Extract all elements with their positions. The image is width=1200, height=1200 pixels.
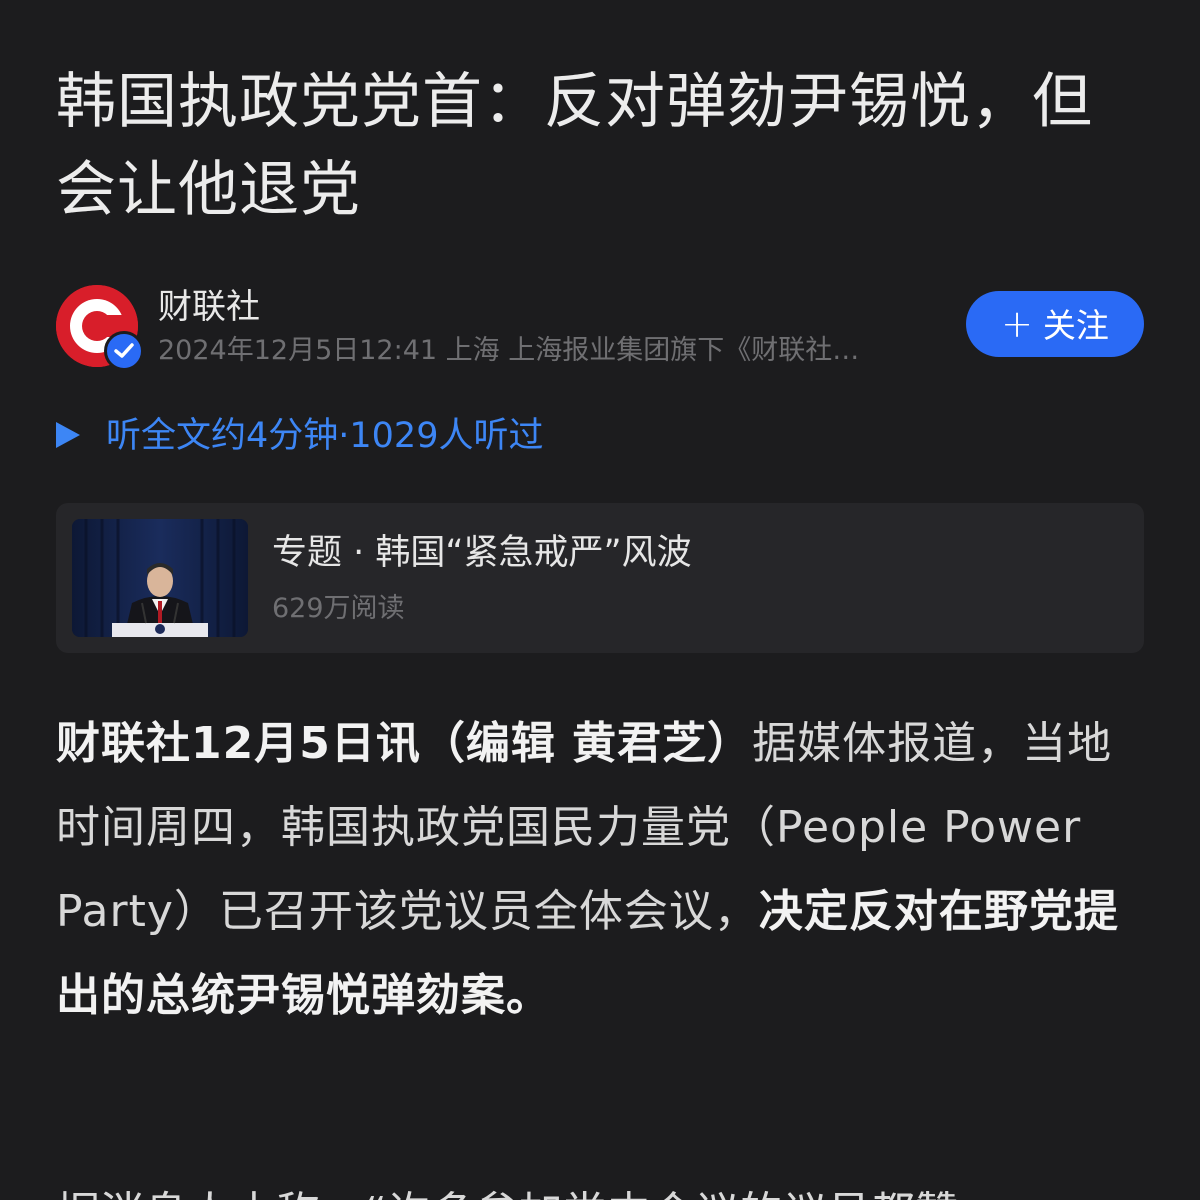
article-paragraph: 财联社12月5日讯（编辑 黄君芝）据媒体报道，当地时间周四，韩国执政党国民力量党… — [56, 702, 1146, 1038]
author-meta: 2024年12月5日12:41 上海 上海报业集团旗下《财联社… — [158, 335, 860, 366]
listen-audio-link[interactable]: 听全文约4分钟·1029人听过 — [56, 410, 543, 462]
verified-badge-icon — [104, 331, 144, 371]
article-page: 韩国执政党党首：反对弹劾尹锡悦，但会让他退党 财联社 2024年12月5日12:… — [0, 0, 1200, 1200]
topic-title: 专题 · 韩国“紧急戒严”风波 — [272, 533, 692, 573]
follow-label: 关注 — [1042, 306, 1109, 345]
play-icon — [56, 422, 80, 448]
topic-card[interactable]: 专题 · 韩国“紧急戒严”风波 629万阅读 — [56, 503, 1144, 653]
author-name[interactable]: 财联社 — [158, 285, 260, 329]
article-title: 韩国执政党党首：反对弹劾尹锡悦，但会让他退党 — [56, 67, 1093, 225]
author-avatar[interactable] — [56, 285, 144, 371]
article-paragraph-next: 据消息人士称，“许多参加党内会议的议员都赞 — [56, 1172, 1146, 1200]
plus-icon: + — [1001, 302, 1033, 346]
topic-thumbnail — [72, 519, 248, 637]
topic-read-count: 629万阅读 — [272, 593, 405, 624]
paragraph-lead-bold: 财联社12月5日讯（编辑 黄君芝） — [56, 718, 753, 769]
listen-label: 听全文约4分钟·1029人听过 — [106, 416, 544, 456]
author-row: 财联社 2024年12月5日12:41 上海 上海报业集团旗下《财联社… + 关注 — [56, 283, 1144, 371]
follow-button[interactable]: + 关注 — [966, 291, 1144, 357]
